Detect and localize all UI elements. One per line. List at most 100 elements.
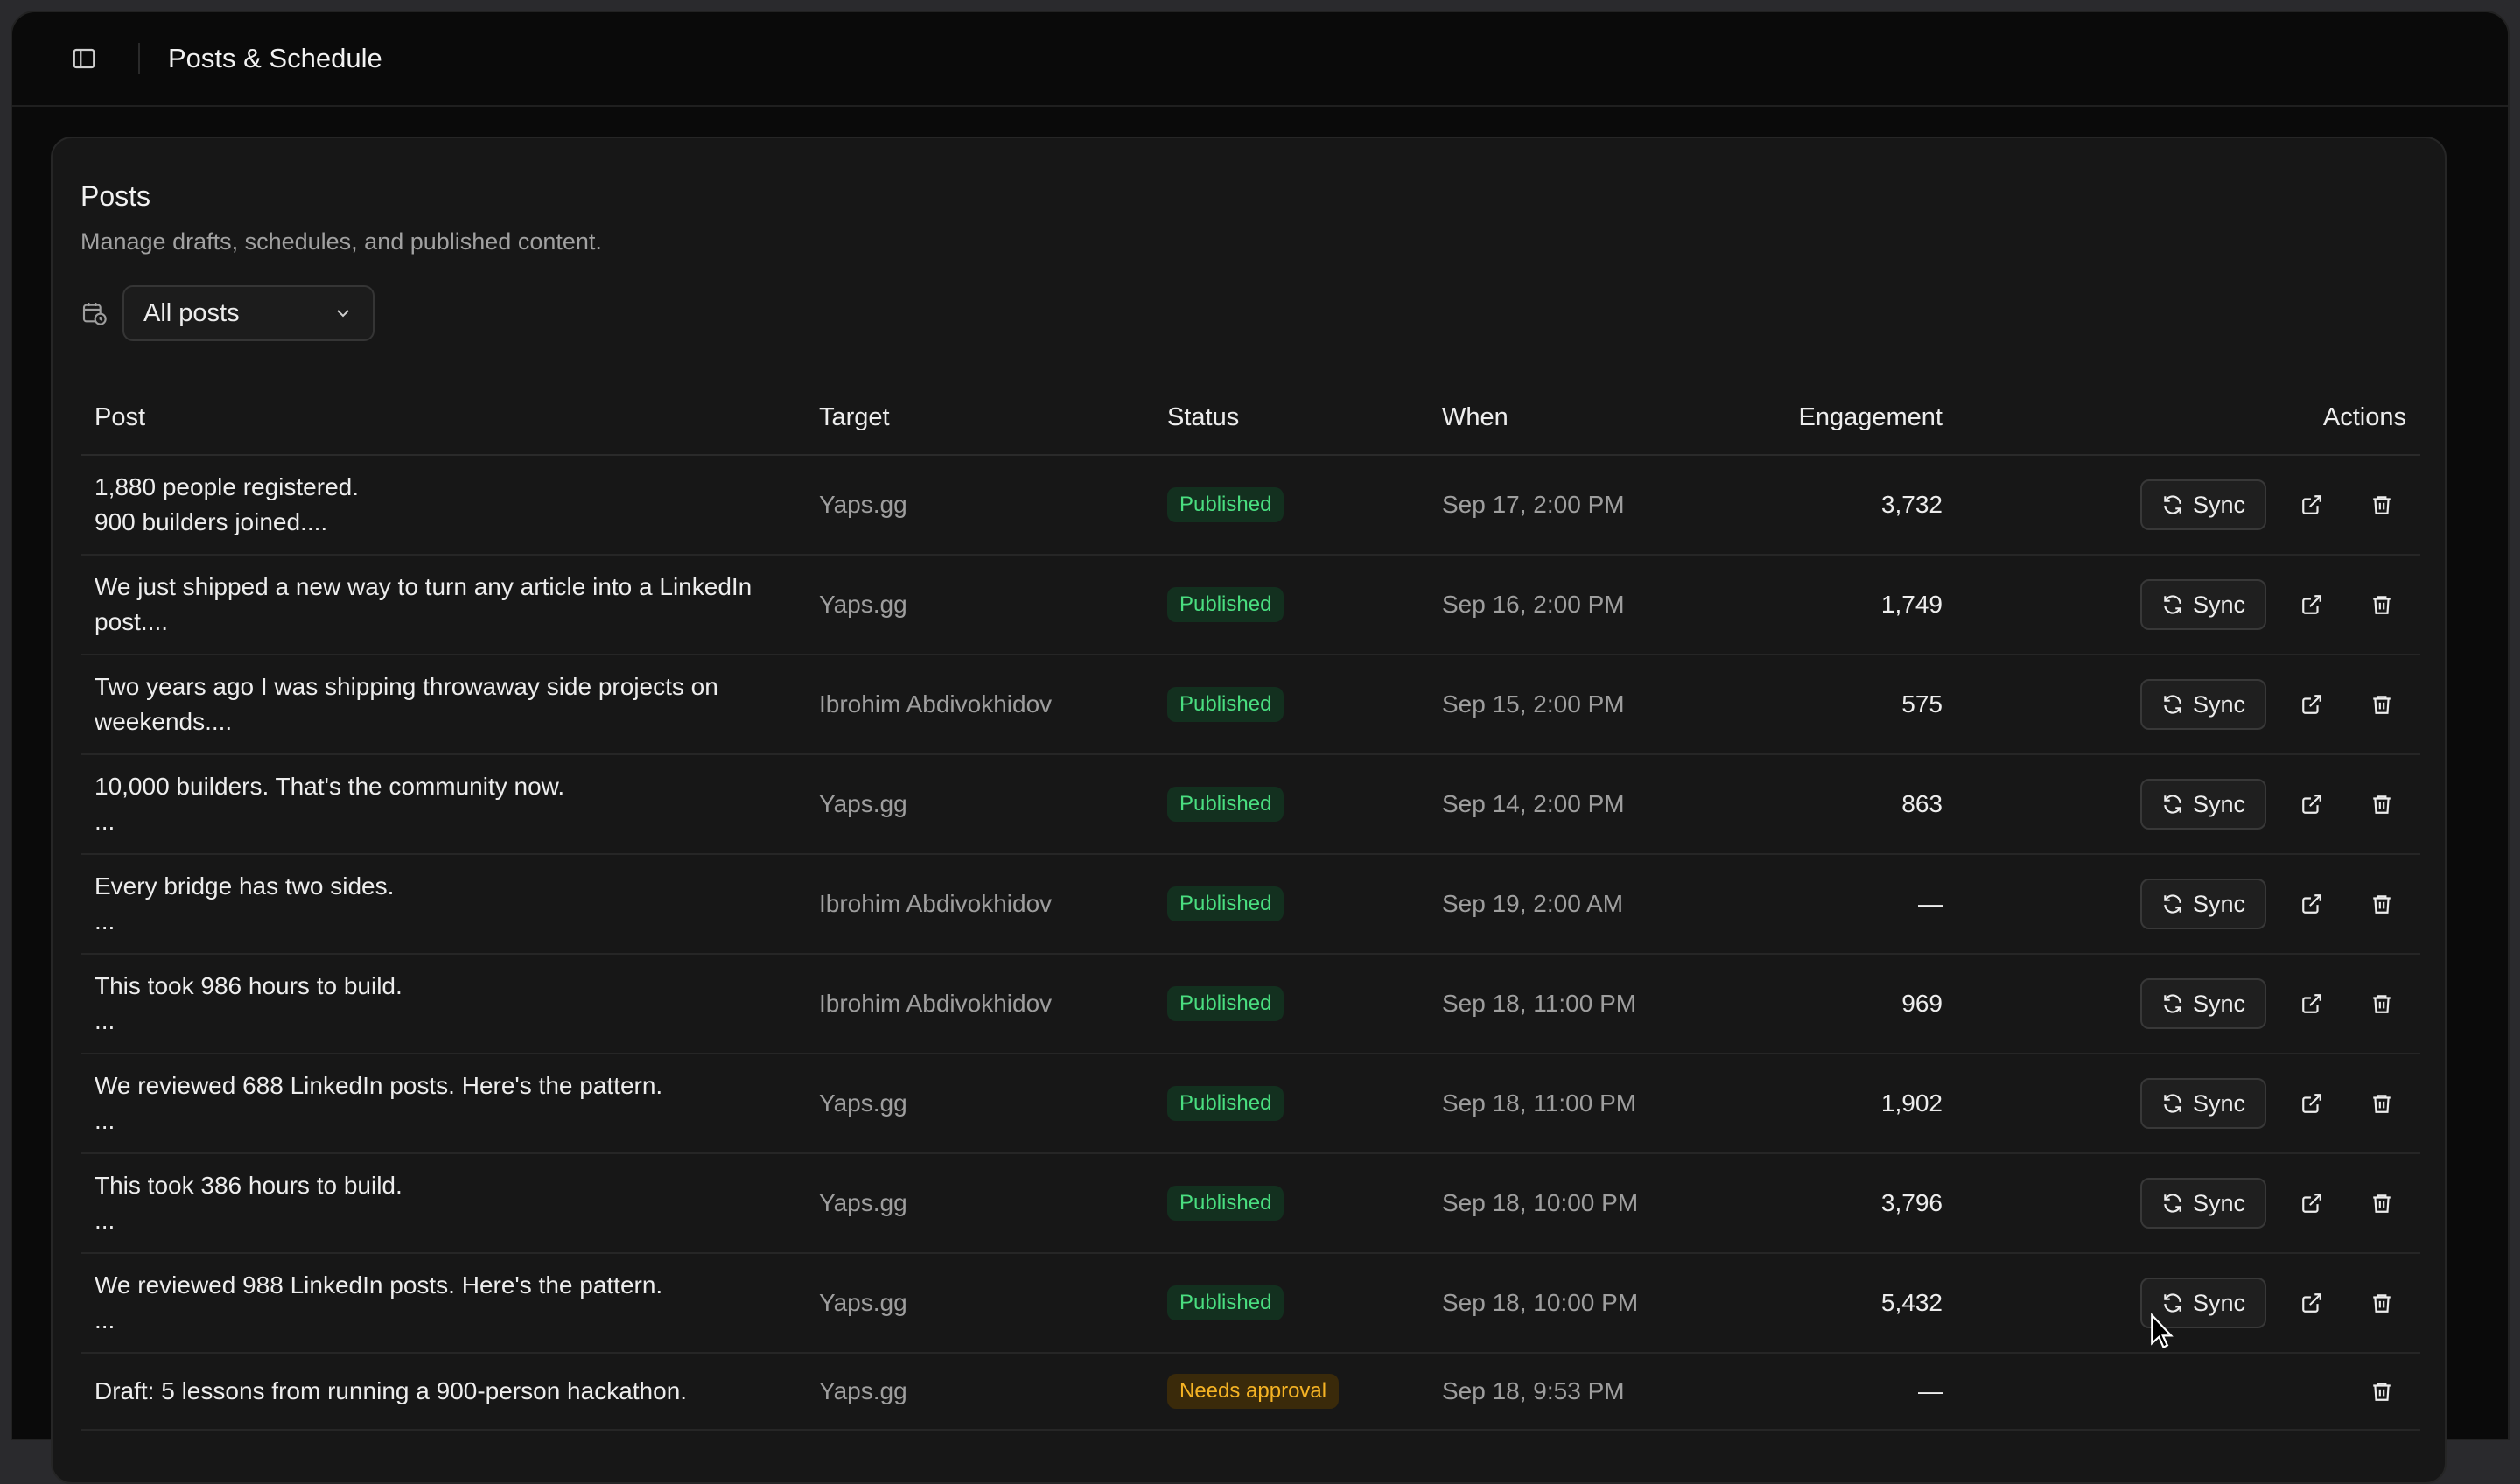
delete-button[interactable] bbox=[2357, 480, 2406, 529]
card-title: Posts bbox=[80, 180, 151, 212]
delete-button[interactable] bbox=[2357, 580, 2406, 629]
external-link-icon bbox=[2302, 794, 2321, 814]
sync-button[interactable]: Sync bbox=[2139, 878, 2266, 929]
post-engagement: 3,732 bbox=[1750, 455, 1956, 556]
sync-button[interactable]: Sync bbox=[2139, 1178, 2266, 1228]
row-actions: Sync bbox=[1970, 978, 2406, 1029]
sync-button-label: Sync bbox=[2192, 890, 2245, 917]
post-engagement: 575 bbox=[1750, 654, 1956, 755]
chevron-down-icon bbox=[337, 310, 349, 318]
table-row[interactable]: 1,880 people registered. 900 builders joi… bbox=[80, 455, 2420, 556]
post-target: Yaps.gg bbox=[805, 455, 1153, 556]
status-badge: Published bbox=[1167, 986, 1284, 1021]
sync-icon bbox=[2164, 794, 2181, 814]
table-row[interactable]: 10,000 builders. That's the community no… bbox=[80, 754, 2420, 855]
row-actions: Sync bbox=[1970, 579, 2406, 630]
open-external-button[interactable] bbox=[2287, 680, 2336, 729]
post-when: Sep 15, 2:00 PM bbox=[1428, 654, 1750, 755]
post-text: We reviewed 688 LinkedIn posts. Here's t… bbox=[94, 1072, 663, 1134]
sidebar-toggle-icon bbox=[73, 48, 95, 69]
sidebar-toggle-button[interactable] bbox=[65, 39, 103, 78]
sync-button-label: Sync bbox=[2192, 1189, 2245, 1216]
filter-row: All posts bbox=[80, 285, 2417, 341]
row-actions: Sync bbox=[1970, 1278, 2406, 1328]
sync-button-label: Sync bbox=[2192, 1289, 2245, 1316]
post-text: 10,000 builders. That's the community no… bbox=[94, 773, 565, 835]
post-text: We reviewed 988 LinkedIn posts. Here's t… bbox=[94, 1271, 663, 1334]
external-link-icon bbox=[2302, 495, 2321, 514]
open-external-button[interactable] bbox=[2287, 1179, 2336, 1228]
column-header-target[interactable]: Target bbox=[805, 382, 1153, 456]
post-text: We just shipped a new way to turn any ar… bbox=[94, 573, 752, 635]
table-row[interactable]: We reviewed 988 LinkedIn posts. Here's t… bbox=[80, 1253, 2420, 1354]
column-header-when[interactable]: When bbox=[1428, 382, 1750, 456]
post-text: Every bridge has two sides.... bbox=[94, 872, 395, 934]
open-external-button[interactable] bbox=[2287, 979, 2336, 1028]
status-badge: Published bbox=[1167, 1186, 1284, 1221]
delete-button[interactable] bbox=[2357, 879, 2406, 928]
sync-button-label: Sync bbox=[2192, 591, 2245, 618]
external-link-icon bbox=[2302, 595, 2321, 614]
open-external-button[interactable] bbox=[2287, 1079, 2336, 1128]
sync-icon bbox=[2164, 994, 2181, 1013]
column-header-engagement[interactable]: Engagement bbox=[1750, 382, 1956, 456]
external-link-icon bbox=[2302, 1293, 2321, 1312]
status-badge: Published bbox=[1167, 1086, 1284, 1121]
post-text: This took 986 hours to build.... bbox=[94, 972, 402, 1034]
table-row[interactable]: Every bridge has two sides.... Ibrohim A… bbox=[80, 854, 2420, 955]
post-engagement: — bbox=[1750, 854, 1956, 955]
table-row[interactable]: We reviewed 688 LinkedIn posts. Here's t… bbox=[80, 1054, 2420, 1154]
table-row[interactable]: Draft: 5 lessons from running a 900-pers… bbox=[80, 1353, 2420, 1431]
trash-icon bbox=[2373, 895, 2390, 914]
post-when: Sep 18, 11:00 PM bbox=[1428, 954, 1750, 1054]
sync-button[interactable]: Sync bbox=[2139, 1078, 2266, 1129]
posts-table: Post Target Status When Engagement Actio… bbox=[80, 382, 2420, 1431]
post-engagement: — bbox=[1750, 1353, 1956, 1431]
post-engagement: 969 bbox=[1750, 954, 1956, 1054]
sync-button[interactable]: Sync bbox=[2139, 978, 2266, 1029]
delete-button[interactable] bbox=[2357, 1278, 2406, 1327]
table-row[interactable]: Two years ago I was shipping throwaway s… bbox=[80, 654, 2420, 755]
trash-icon bbox=[2373, 1382, 2390, 1401]
delete-button[interactable] bbox=[2357, 1367, 2406, 1416]
column-header-status[interactable]: Status bbox=[1153, 382, 1428, 456]
delete-button[interactable] bbox=[2357, 780, 2406, 829]
post-text: This took 386 hours to build.... bbox=[94, 1172, 402, 1234]
external-link-icon bbox=[2302, 994, 2321, 1013]
post-text: 1,880 people registered. 900 builders joi… bbox=[94, 473, 359, 536]
sync-button-label: Sync bbox=[2192, 1089, 2245, 1116]
open-external-button[interactable] bbox=[2287, 1278, 2336, 1327]
delete-button[interactable] bbox=[2357, 1179, 2406, 1228]
post-target: Yaps.gg bbox=[805, 555, 1153, 655]
status-badge: Needs approval bbox=[1167, 1374, 1340, 1409]
trash-icon bbox=[2373, 1095, 2390, 1113]
calendar-clock-icon bbox=[82, 303, 107, 326]
sync-button[interactable]: Sync bbox=[2139, 679, 2266, 730]
trash-icon bbox=[2373, 596, 2390, 614]
row-actions: Sync bbox=[1970, 779, 2406, 830]
delete-button[interactable] bbox=[2357, 680, 2406, 729]
sync-button[interactable]: Sync bbox=[2139, 779, 2266, 830]
status-badge: Published bbox=[1167, 787, 1284, 822]
sync-button[interactable]: Sync bbox=[2139, 480, 2266, 530]
open-external-button[interactable] bbox=[2287, 780, 2336, 829]
post-filter-select[interactable]: All posts bbox=[122, 285, 374, 341]
post-when: Sep 16, 2:00 PM bbox=[1428, 555, 1750, 655]
table-row[interactable]: This took 986 hours to build.... Ibrohim… bbox=[80, 954, 2420, 1054]
post-target: Yaps.gg bbox=[805, 1153, 1153, 1254]
column-header-post[interactable]: Post bbox=[80, 382, 805, 456]
post-engagement: 1,749 bbox=[1750, 555, 1956, 655]
column-header-actions: Actions bbox=[1956, 382, 2420, 456]
delete-button[interactable] bbox=[2357, 979, 2406, 1028]
open-external-button[interactable] bbox=[2287, 580, 2336, 629]
open-external-button[interactable] bbox=[2287, 879, 2336, 928]
open-external-button[interactable] bbox=[2287, 480, 2336, 529]
post-target: Yaps.gg bbox=[805, 1054, 1153, 1154]
table-row[interactable]: This took 386 hours to build.... Yaps.gg… bbox=[80, 1153, 2420, 1254]
sync-button[interactable]: Sync bbox=[2139, 579, 2266, 630]
table-row[interactable]: We just shipped a new way to turn any ar… bbox=[80, 555, 2420, 655]
delete-button[interactable] bbox=[2357, 1079, 2406, 1128]
sync-icon bbox=[2164, 1293, 2181, 1312]
post-when: Sep 18, 10:00 PM bbox=[1428, 1253, 1750, 1354]
status-badge: Published bbox=[1167, 687, 1284, 722]
